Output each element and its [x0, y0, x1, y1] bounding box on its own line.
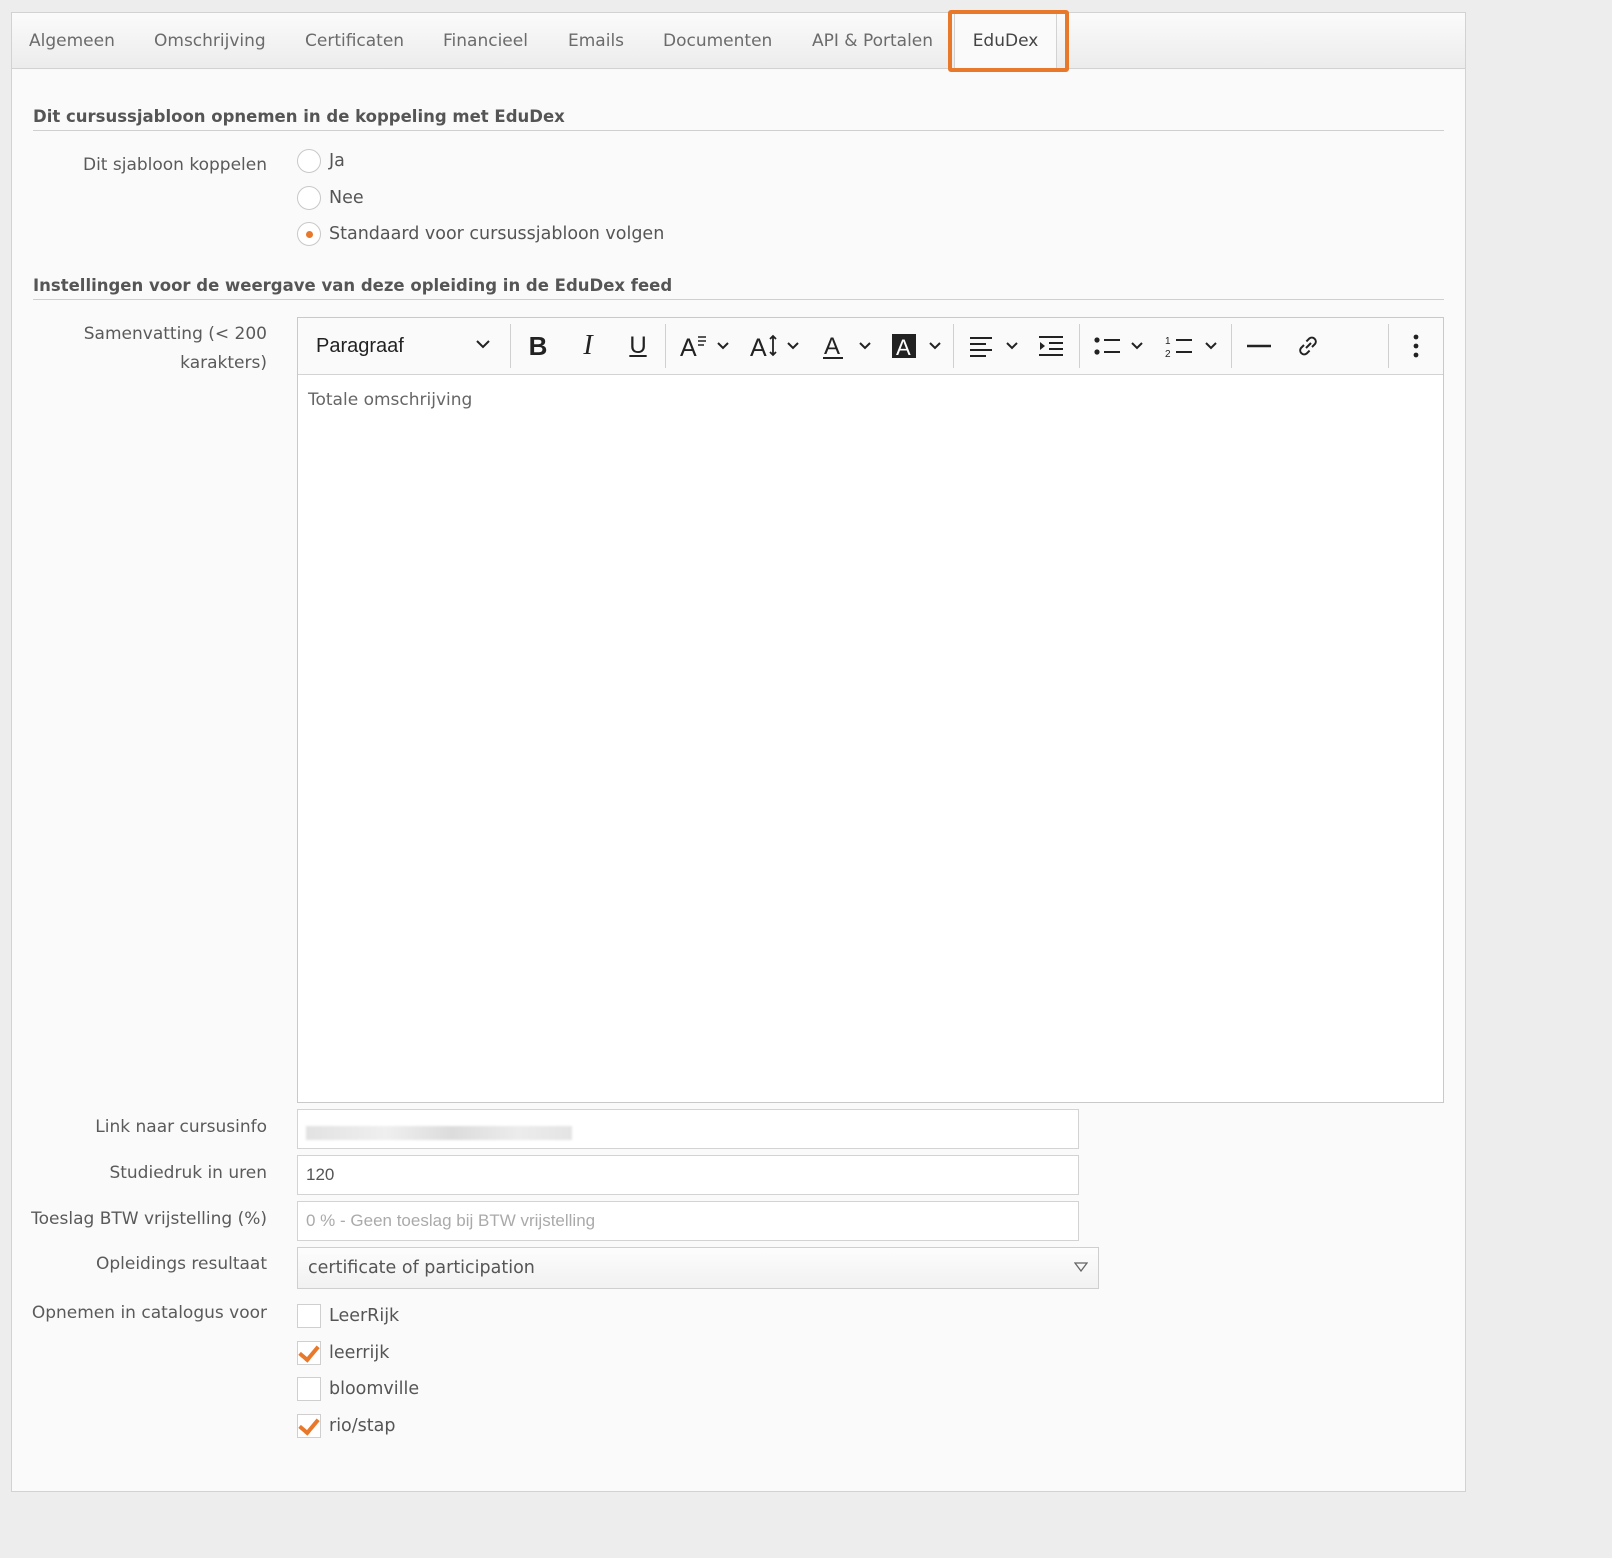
font-color-icon[interactable]: A: [818, 318, 878, 374]
radio-button[interactable]: [297, 149, 321, 173]
more-icon[interactable]: [1400, 318, 1432, 374]
catalog-option-bloomville[interactable]: bloomville: [297, 1376, 419, 1402]
checkbox[interactable]: [297, 1377, 321, 1401]
svg-text:2: 2: [1165, 349, 1171, 360]
field-label-studiedruk: Studiedruk in uren: [109, 1163, 267, 1183]
block-format-value: Paragraaf: [316, 335, 404, 357]
field-label-koppelen: Dit sjabloon koppelen: [82, 155, 267, 175]
checkbox-label: rio/stap: [329, 1416, 396, 1436]
radio-label: Nee: [329, 188, 364, 208]
field-label-samenvatting: Samenvatting (< 200: [83, 324, 267, 344]
triangle-down-icon: [1074, 1262, 1088, 1272]
tab-api-portalen[interactable]: API & Portalen: [812, 13, 933, 68]
field-label-resultaat: Opleidings resultaat: [95, 1254, 267, 1274]
bullet-list-icon[interactable]: [1090, 318, 1152, 374]
checkbox-checked[interactable]: [297, 1341, 321, 1365]
field-label-link: Link naar cursusinfo: [95, 1117, 267, 1137]
result-select[interactable]: certificate of participation: [297, 1247, 1099, 1289]
chevron-down-icon: [476, 340, 490, 349]
font-size-icon[interactable]: A: [746, 318, 806, 374]
svg-text:A: A: [824, 333, 840, 360]
font-family-icon[interactable]: A: [676, 318, 736, 374]
bold-icon[interactable]: B: [520, 318, 556, 374]
numbered-list-icon[interactable]: 1 2: [1162, 318, 1224, 374]
svg-text:A: A: [896, 335, 911, 360]
rich-text-editor: Paragraaf B I U A A A A 1 2 Totale omsch…: [297, 317, 1444, 1103]
tab-certificaten[interactable]: Certificaten: [305, 13, 404, 68]
redacted-link-value: [306, 1126, 572, 1140]
editor-content[interactable]: Totale omschrijving: [308, 390, 472, 410]
svg-text:1: 1: [1165, 336, 1171, 347]
tab-edudex[interactable]: EduDex: [954, 13, 1057, 69]
section-title-koppeling: Dit cursussjabloon opnemen in de koppeli…: [33, 107, 1444, 131]
vat-surcharge-input[interactable]: 0 % - Geen toeslag bij BTW vrijstelling: [297, 1201, 1079, 1241]
radio-option-ja[interactable]: Ja: [297, 148, 345, 174]
block-format-dropdown[interactable]: Paragraaf: [316, 318, 496, 374]
tab-documenten[interactable]: Documenten: [663, 13, 772, 68]
editor-toolbar: Paragraaf B I U A A A A 1 2: [298, 318, 1443, 375]
align-icon[interactable]: [965, 318, 1025, 374]
svg-text:A: A: [750, 334, 767, 360]
svg-text:A: A: [680, 334, 697, 360]
indent-icon[interactable]: [1034, 318, 1068, 374]
link-icon[interactable]: [1290, 318, 1326, 374]
tab-emails[interactable]: Emails: [568, 13, 624, 68]
checkbox-label: LeerRijk: [329, 1306, 400, 1326]
study-hours-input[interactable]: 120: [297, 1155, 1079, 1195]
catalog-option-rio-stap[interactable]: rio/stap: [297, 1413, 395, 1439]
tab-financieel[interactable]: Financieel: [443, 13, 528, 68]
radio-option-nee[interactable]: Nee: [297, 185, 364, 211]
horizontal-line-icon[interactable]: [1241, 318, 1277, 374]
field-label-catalogus: Opnemen in catalogus voor: [31, 1303, 267, 1323]
checkbox-label: bloomville: [329, 1379, 420, 1399]
radio-button[interactable]: [297, 186, 321, 210]
highlight-icon[interactable]: A: [888, 318, 948, 374]
catalog-option-leerrijk[interactable]: leerrijk: [297, 1340, 389, 1366]
result-select-value: certificate of participation: [308, 1258, 535, 1278]
tab-omschrijving[interactable]: Omschrijving: [154, 13, 266, 68]
field-label-samenvatting-line2: karakters): [180, 353, 267, 373]
radio-option-standaard[interactable]: Standaard voor cursussjabloon volgen: [297, 221, 664, 247]
radio-label: Ja: [329, 151, 345, 171]
checkbox-label: leerrijk: [329, 1343, 390, 1363]
radio-label: Standaard voor cursussjabloon volgen: [329, 224, 665, 244]
field-label-btw: Toeslag BTW vrijstelling (%): [31, 1209, 267, 1229]
section-title-weergave: Instellingen voor de weergave van deze o…: [33, 276, 1444, 300]
link-input[interactable]: [297, 1109, 1079, 1149]
catalog-option-leerrijk-upper[interactable]: LeerRijk: [297, 1303, 399, 1329]
radio-button-selected[interactable]: [297, 222, 321, 246]
checkbox[interactable]: [297, 1304, 321, 1328]
tab-algemeen[interactable]: Algemeen: [29, 13, 115, 68]
tab-bar: Algemeen Omschrijving Certificaten Finan…: [12, 13, 1465, 69]
italic-icon[interactable]: I: [570, 318, 606, 374]
checkbox-checked[interactable]: [297, 1414, 321, 1438]
underline-icon[interactable]: U: [620, 318, 656, 374]
